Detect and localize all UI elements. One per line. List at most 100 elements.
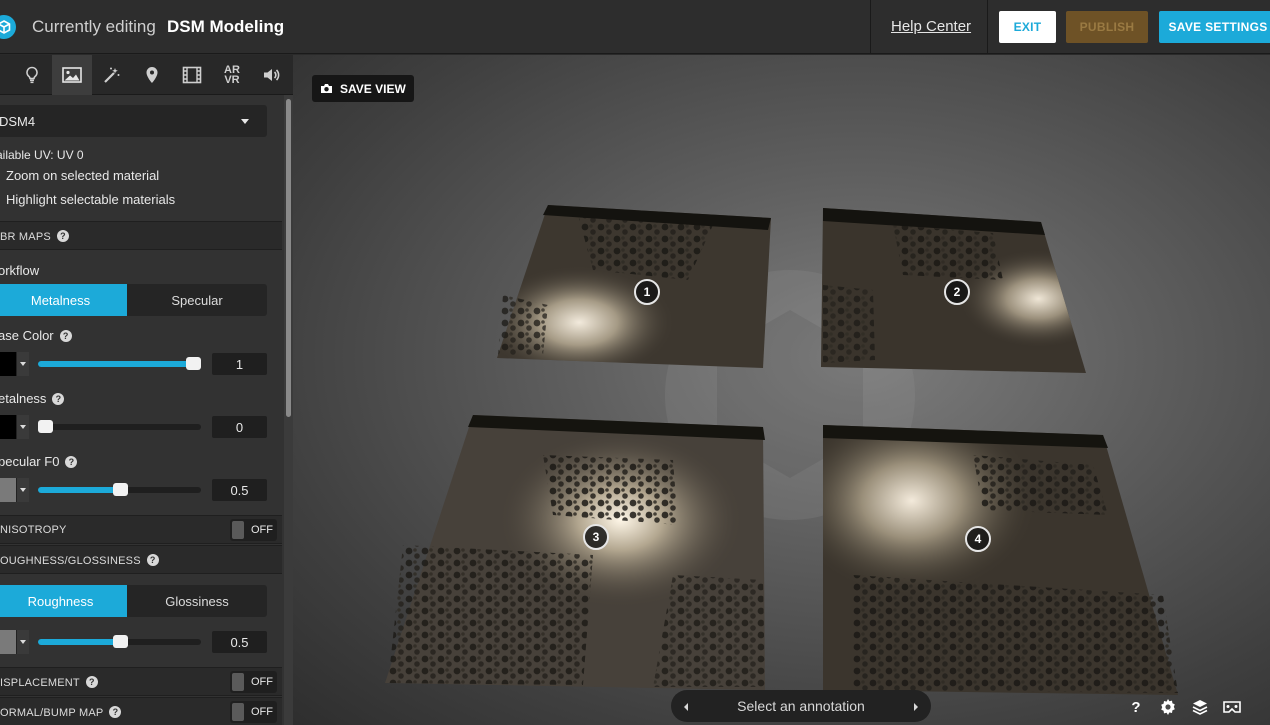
- tab-ar-vr[interactable]: AR VR: [212, 55, 252, 95]
- base-color-value-input[interactable]: 1: [212, 353, 267, 375]
- normal-bump-toggle[interactable]: OFF: [230, 701, 277, 723]
- tab-animation[interactable]: [172, 55, 212, 95]
- material-dropdown[interactable]: DSM4: [0, 105, 267, 137]
- displacement-toggle[interactable]: OFF: [230, 671, 277, 693]
- next-annotation-button[interactable]: [901, 690, 931, 722]
- roughness-option[interactable]: Roughness: [0, 585, 127, 617]
- chevron-down-icon[interactable]: [16, 630, 29, 654]
- annotation-select-label[interactable]: Select an annotation: [671, 698, 931, 714]
- base-color-swatch[interactable]: [0, 352, 29, 376]
- anisotropy-toggle[interactable]: OFF: [230, 519, 277, 541]
- publish-button[interactable]: PUBLISH: [1066, 11, 1148, 43]
- tab-materials[interactable]: [52, 55, 92, 95]
- displacement-toggle-state: OFF: [251, 676, 273, 688]
- roughness-swatch[interactable]: [0, 630, 29, 654]
- glossiness-option[interactable]: Glossiness: [127, 585, 267, 617]
- sketchfab-logo-icon[interactable]: [0, 15, 16, 39]
- help-icon[interactable]: ?: [85, 676, 98, 688]
- help-icon[interactable]: ?: [146, 554, 159, 566]
- camera-icon: [320, 83, 333, 97]
- displacement-section-header[interactable]: ISPLACEMENT? OFF: [0, 667, 282, 696]
- metalness-swatch[interactable]: [0, 415, 29, 439]
- normal-bump-title: ORMAL/BUMP MAP: [0, 707, 104, 719]
- lightbulb-icon: [24, 66, 40, 84]
- help-icon[interactable]: ?: [1125, 697, 1147, 717]
- anisotropy-toggle-state: OFF: [251, 524, 273, 536]
- tab-annotations[interactable]: [132, 55, 172, 95]
- anisotropy-title: NISOTROPY: [0, 524, 67, 536]
- terrain-scene[interactable]: [293, 55, 1270, 725]
- help-icon[interactable]: ?: [56, 230, 69, 242]
- save-view-label: SAVE VIEW: [340, 81, 406, 96]
- terrain-tile-3[interactable]: [385, 415, 765, 690]
- displacement-title: ISPLACEMENT: [0, 677, 80, 689]
- normal-bump-section-header[interactable]: ORMAL/BUMP MAP? OFF: [0, 697, 282, 725]
- speaker-icon: [262, 67, 282, 83]
- 3d-viewport[interactable]: 1 2 3 4 SAVE VIEW Select an annotation ?: [293, 55, 1270, 725]
- image-icon: [62, 67, 82, 83]
- help-icon[interactable]: ?: [109, 706, 122, 718]
- workflow-metalness-option[interactable]: Metalness: [0, 284, 127, 316]
- panel-scrollbar-thumb[interactable]: [286, 99, 291, 417]
- pbr-maps-title: BR MAPS: [0, 231, 51, 243]
- slider-handle[interactable]: [186, 357, 201, 370]
- film-icon: [182, 66, 202, 84]
- roughness-mode-toggle: Roughness Glossiness: [0, 585, 267, 617]
- base-color-slider[interactable]: [38, 357, 201, 370]
- tab-previous-partial[interactable]: [0, 55, 12, 95]
- slider-handle[interactable]: [112, 483, 128, 496]
- help-icon[interactable]: ?: [65, 456, 78, 468]
- slider-handle[interactable]: [112, 635, 128, 648]
- help-icon[interactable]: ?: [52, 393, 65, 405]
- workflow-specular-option[interactable]: Specular: [127, 284, 267, 316]
- help-icon[interactable]: ?: [59, 330, 72, 342]
- chevron-down-icon[interactable]: [16, 415, 29, 439]
- top-header: Currently editing DSM Modeling Help Cent…: [0, 0, 1270, 54]
- help-center-area: Help Center: [870, 0, 988, 54]
- normal-bump-toggle-state: OFF: [251, 706, 273, 718]
- tab-post-processing[interactable]: [92, 55, 132, 95]
- exit-button[interactable]: EXIT: [999, 11, 1056, 43]
- specular-f0-swatch[interactable]: [0, 478, 29, 502]
- chevron-down-icon[interactable]: [16, 478, 29, 502]
- annotation-marker-1[interactable]: 1: [634, 279, 660, 305]
- vr-headset-icon[interactable]: [1221, 697, 1243, 717]
- roughness-section-header[interactable]: OUGHNESS/GLOSSINESS?: [0, 545, 282, 574]
- settings-icon[interactable]: [1157, 697, 1179, 717]
- annotation-marker-3[interactable]: 3: [583, 524, 609, 550]
- specular-f0-slider[interactable]: [38, 483, 201, 496]
- chevron-down-icon[interactable]: [16, 352, 29, 376]
- roughness-glossiness-title: OUGHNESS/GLOSSINESS: [0, 555, 141, 567]
- zoom-on-selected-checkbox-label[interactable]: Zoom on selected material: [6, 168, 159, 183]
- save-view-button[interactable]: SAVE VIEW: [312, 75, 414, 102]
- annotation-marker-2[interactable]: 2: [944, 279, 970, 305]
- metalness-label: etalness: [0, 391, 47, 406]
- tab-lighting[interactable]: [12, 55, 52, 95]
- specular-f0-value-input[interactable]: 0.5: [212, 479, 267, 501]
- model-name: DSM Modeling: [167, 17, 285, 36]
- anisotropy-section-header[interactable]: NISOTROPY OFF: [0, 515, 282, 544]
- roughness-slider[interactable]: [38, 635, 201, 648]
- ar-vr-icon: AR VR: [224, 64, 240, 86]
- metalness-slider[interactable]: [38, 420, 201, 433]
- roughness-value-input[interactable]: 0.5: [212, 631, 267, 653]
- material-dropdown-value: DSM4: [0, 114, 36, 129]
- magic-wand-icon: [103, 66, 121, 84]
- highlight-selectable-checkbox-label[interactable]: Highlight selectable materials: [6, 192, 175, 207]
- save-settings-button[interactable]: SAVE SETTINGS: [1159, 11, 1270, 43]
- pbr-maps-section-header[interactable]: BR MAPS?: [0, 221, 282, 250]
- editor-side-panel: AR VR DSM4 ailable UV: UV 0 Zoom on sele…: [0, 55, 293, 725]
- chevron-down-icon: [241, 119, 249, 124]
- specular-f0-label: pecular F0: [0, 454, 60, 469]
- base-color-label: ase Color: [0, 328, 54, 343]
- metalness-value-input[interactable]: 0: [212, 416, 267, 438]
- chevron-right-icon: [913, 698, 919, 714]
- tab-sound[interactable]: [252, 55, 292, 95]
- layers-icon[interactable]: [1189, 697, 1211, 717]
- annotation-navigator: Select an annotation: [671, 690, 931, 722]
- slider-handle[interactable]: [38, 420, 53, 433]
- help-center-link[interactable]: Help Center: [891, 18, 971, 35]
- terrain-tile-4[interactable]: [823, 425, 1178, 695]
- available-uv-text: ailable UV: UV 0: [0, 148, 84, 162]
- annotation-marker-4[interactable]: 4: [965, 526, 991, 552]
